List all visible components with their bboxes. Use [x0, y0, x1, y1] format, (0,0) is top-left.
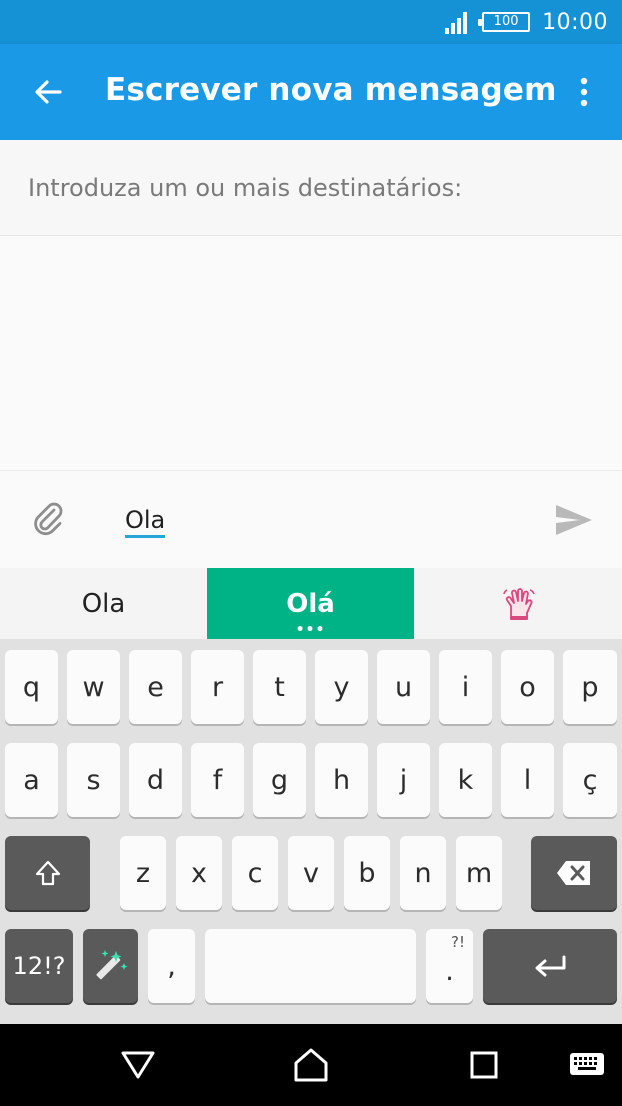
key-d[interactable]: d — [129, 743, 182, 817]
key-m[interactable]: m — [456, 836, 502, 910]
key-c[interactable]: c — [232, 836, 278, 910]
key-h[interactable]: h — [315, 743, 368, 817]
recents-icon — [470, 1051, 498, 1079]
period-key[interactable]: ?! . — [426, 929, 473, 1003]
suggestion-strip: Ola Olá ••• — [0, 568, 622, 639]
backspace-key[interactable] — [531, 836, 617, 910]
keyboard: q w e r t y u i o p a s d f g h j k l ç … — [0, 639, 622, 1024]
key-w[interactable]: w — [67, 650, 120, 724]
symbols-key[interactable]: 12!? — [5, 929, 73, 1003]
period-key-alt-label: ?! — [451, 933, 465, 951]
key-s[interactable]: s — [67, 743, 120, 817]
app-bar: Escrever nova mensagem — [0, 44, 622, 140]
key-x[interactable]: x — [176, 836, 222, 910]
suggestion-item-selected[interactable]: Olá ••• — [207, 568, 414, 639]
signal-icon — [445, 12, 468, 34]
key-p[interactable]: p — [563, 650, 617, 724]
key-u[interactable]: u — [377, 650, 430, 724]
key-a[interactable]: a — [5, 743, 58, 817]
magic-wand-key[interactable] — [83, 929, 138, 1003]
more-options-button[interactable] — [568, 70, 600, 114]
more-suggestions-dots: ••• — [295, 622, 326, 638]
battery-level: 100 — [493, 14, 519, 29]
paperclip-icon[interactable] — [30, 501, 66, 537]
waving-hand-emoji-icon — [502, 587, 535, 620]
key-k[interactable]: k — [439, 743, 492, 817]
suggestion-emoji[interactable] — [415, 568, 622, 639]
key-q[interactable]: q — [5, 650, 58, 724]
key-b[interactable]: b — [344, 836, 390, 910]
key-y[interactable]: y — [315, 650, 368, 724]
clock: 10:00 — [542, 9, 608, 35]
key-o[interactable]: o — [501, 650, 554, 724]
comma-key[interactable]: , — [148, 929, 195, 1003]
suggestion-item[interactable]: Ola — [0, 568, 207, 639]
key-c-cedilla[interactable]: ç — [563, 743, 617, 817]
message-input[interactable]: Ola — [125, 505, 166, 538]
nav-bar — [0, 1024, 622, 1106]
key-j[interactable]: j — [377, 743, 430, 817]
key-i[interactable]: i — [439, 650, 492, 724]
status-bar: 100 10:00 — [0, 0, 622, 44]
battery-icon: 100 — [478, 12, 531, 32]
key-n[interactable]: n — [400, 836, 446, 910]
home-icon — [294, 1048, 328, 1082]
keyboard-icon — [570, 1053, 604, 1075]
suggestion-label: Olá — [286, 588, 335, 619]
status-icons: 100 10:00 — [444, 0, 608, 44]
shift-icon — [35, 860, 60, 886]
more-vert-icon — [580, 77, 588, 107]
back-button[interactable] — [26, 70, 70, 114]
back-arrow-icon — [35, 80, 62, 104]
period-key-label: . — [445, 955, 454, 987]
space-key[interactable] — [205, 929, 416, 1003]
page-title: Escrever nova mensagem — [105, 72, 557, 108]
key-z[interactable]: z — [120, 836, 166, 910]
compose-bar: Ola — [0, 470, 622, 568]
enter-key[interactable] — [483, 929, 617, 1003]
recipients-field[interactable]: Introduza um ou mais destinatários: — [0, 140, 622, 236]
magic-wand-icon — [95, 950, 127, 980]
key-f[interactable]: f — [191, 743, 244, 817]
send-icon[interactable] — [554, 503, 594, 537]
key-e[interactable]: e — [129, 650, 182, 724]
key-l[interactable]: l — [501, 743, 554, 817]
key-r[interactable]: r — [191, 650, 244, 724]
shift-key[interactable] — [5, 836, 90, 910]
key-v[interactable]: v — [288, 836, 334, 910]
nav-back-button[interactable] — [115, 1042, 161, 1088]
nav-home-button[interactable] — [288, 1042, 334, 1088]
key-t[interactable]: t — [253, 650, 306, 724]
nav-keyboard-button[interactable] — [564, 1042, 610, 1088]
enter-icon — [535, 955, 566, 977]
back-triangle-icon — [121, 1051, 155, 1079]
recipients-placeholder: Introduza um ou mais destinatários: — [28, 174, 463, 202]
key-g[interactable]: g — [253, 743, 306, 817]
nav-recents-button[interactable] — [461, 1042, 507, 1088]
backspace-icon — [557, 861, 590, 885]
